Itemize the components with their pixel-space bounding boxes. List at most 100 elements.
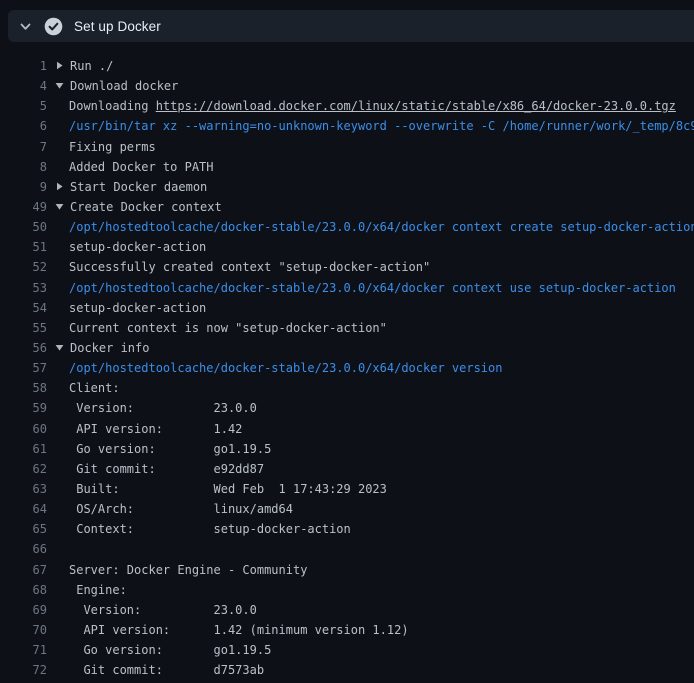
step-header[interactable]: Set up Docker [8, 10, 694, 42]
log-line: 63 Built: Wed Feb 1 17:43:29 2023 [0, 479, 694, 499]
line-number[interactable]: 55 [0, 318, 47, 338]
log-text: Current context is now "setup-docker-act… [47, 318, 694, 338]
log-link[interactable]: https://download.docker.com/linux/static… [156, 99, 676, 113]
log-text: Successfully created context "setup-dock… [47, 257, 694, 277]
status-check-icon [44, 17, 63, 36]
command-line: /opt/hostedtoolcache/docker-stable/23.0.… [47, 358, 694, 378]
log-line: 66 [0, 539, 694, 559]
expander-collapsed-icon[interactable] [55, 177, 70, 197]
log-text: Built: Wed Feb 1 17:43:29 2023 [47, 479, 694, 499]
group-title[interactable]: Start Docker daemon [70, 180, 207, 194]
log-line: 52Successfully created context "setup-do… [0, 257, 694, 277]
log-line: 50/opt/hostedtoolcache/docker-stable/23.… [0, 217, 694, 237]
log-line: 57/opt/hostedtoolcache/docker-stable/23.… [0, 358, 694, 378]
expander-expanded-icon[interactable] [55, 197, 70, 217]
line-number[interactable]: 53 [0, 278, 47, 298]
line-number[interactable]: 56 [0, 338, 47, 358]
log-text: Go version: go1.19.5 [47, 439, 694, 459]
line-number[interactable]: 51 [0, 237, 47, 257]
log-line: 72 Git commit: d7573ab [0, 660, 694, 680]
log-text: Go version: go1.19.5 [47, 640, 694, 660]
log-line: 51setup-docker-action [0, 237, 694, 257]
group-title[interactable]: Create Docker context [70, 200, 222, 214]
log-text: Added Docker to PATH [47, 157, 694, 177]
line-number[interactable]: 58 [0, 378, 47, 398]
log-line: 59 Version: 23.0.0 [0, 398, 694, 418]
line-number[interactable]: 8 [0, 157, 47, 177]
group-header[interactable]: Run ./ [47, 56, 694, 76]
line-number[interactable]: 1 [0, 56, 47, 76]
expander-expanded-icon[interactable] [55, 338, 70, 358]
line-number[interactable]: 49 [0, 197, 47, 217]
line-number[interactable]: 60 [0, 419, 47, 439]
log-line: 53/opt/hostedtoolcache/docker-stable/23.… [0, 278, 694, 298]
line-number[interactable]: 50 [0, 217, 47, 237]
expander-collapsed-icon[interactable] [55, 56, 70, 76]
log-line: 64 OS/Arch: linux/amd64 [0, 499, 694, 519]
log-text: setup-docker-action [47, 237, 694, 257]
command-line: /opt/hostedtoolcache/docker-stable/23.0.… [47, 217, 694, 237]
line-number[interactable]: 63 [0, 479, 47, 499]
log-text: OS/Arch: linux/amd64 [47, 499, 694, 519]
log-text: Version: 23.0.0 [47, 398, 694, 418]
log-line: 65 Context: setup-docker-action [0, 519, 694, 539]
line-number[interactable]: 71 [0, 640, 47, 660]
log-line: 56 Docker info [0, 338, 694, 358]
group-header[interactable]: Download docker [47, 76, 694, 96]
log-line: 1 Run ./ [0, 56, 694, 76]
log-line: 61 Go version: go1.19.5 [0, 439, 694, 459]
command-line: /opt/hostedtoolcache/docker-stable/23.0.… [47, 278, 694, 298]
group-header[interactable]: Docker info [47, 338, 694, 358]
log-line: 6/usr/bin/tar xz --warning=no-unknown-ke… [0, 116, 694, 136]
log-text: Fixing perms [47, 137, 694, 157]
log-line: 70 API version: 1.42 (minimum version 1.… [0, 620, 694, 640]
line-number[interactable]: 5 [0, 96, 47, 116]
line-number[interactable]: 62 [0, 459, 47, 479]
log-text: Client: [47, 378, 694, 398]
log-line: 4 Download docker [0, 76, 694, 96]
group-title[interactable]: Download docker [70, 79, 178, 93]
line-number[interactable]: 59 [0, 398, 47, 418]
log-line: 60 API version: 1.42 [0, 419, 694, 439]
group-header[interactable]: Start Docker daemon [47, 177, 694, 197]
log-line: 69 Version: 23.0.0 [0, 600, 694, 620]
log-line: 68 Engine: [0, 580, 694, 600]
group-title[interactable]: Docker info [70, 341, 149, 355]
log-line: 55Current context is now "setup-docker-a… [0, 318, 694, 338]
line-number[interactable]: 72 [0, 660, 47, 680]
log-line: 5Downloading https://download.docker.com… [0, 96, 694, 116]
line-number[interactable]: 64 [0, 499, 47, 519]
line-number[interactable]: 4 [0, 76, 47, 96]
log-lines: 1 Run ./ 4 Download docker 5Downloading http… [0, 56, 694, 680]
log-line: 8Added Docker to PATH [0, 157, 694, 177]
log-line: 67Server: Docker Engine - Community [0, 560, 694, 580]
line-number[interactable]: 6 [0, 116, 47, 136]
log-line: 7Fixing perms [0, 137, 694, 157]
log-text: Git commit: e92dd87 [47, 459, 694, 479]
log-text: setup-docker-action [47, 298, 694, 318]
line-number[interactable]: 9 [0, 177, 47, 197]
expander-expanded-icon[interactable] [55, 76, 70, 96]
log-text: API version: 1.42 (minimum version 1.12) [47, 620, 694, 640]
log-line: 9 Start Docker daemon [0, 177, 694, 197]
line-number[interactable]: 54 [0, 298, 47, 318]
log-line: 71 Go version: go1.19.5 [0, 640, 694, 660]
line-number[interactable]: 65 [0, 519, 47, 539]
chevron-down-icon[interactable] [19, 20, 32, 33]
line-number[interactable]: 69 [0, 600, 47, 620]
line-number[interactable]: 67 [0, 560, 47, 580]
group-header[interactable]: Create Docker context [47, 197, 694, 217]
log-text: API version: 1.42 [47, 419, 694, 439]
line-number[interactable]: 52 [0, 257, 47, 277]
log-text: Version: 23.0.0 [47, 600, 694, 620]
line-number[interactable]: 7 [0, 137, 47, 157]
line-number[interactable]: 57 [0, 358, 47, 378]
line-number[interactable]: 68 [0, 580, 47, 600]
line-number[interactable]: 66 [0, 539, 47, 559]
line-number[interactable]: 70 [0, 620, 47, 640]
log-text: Server: Docker Engine - Community [47, 560, 694, 580]
log-line: 54setup-docker-action [0, 298, 694, 318]
log-line: 62 Git commit: e92dd87 [0, 459, 694, 479]
group-title[interactable]: Run ./ [70, 59, 113, 73]
line-number[interactable]: 61 [0, 439, 47, 459]
